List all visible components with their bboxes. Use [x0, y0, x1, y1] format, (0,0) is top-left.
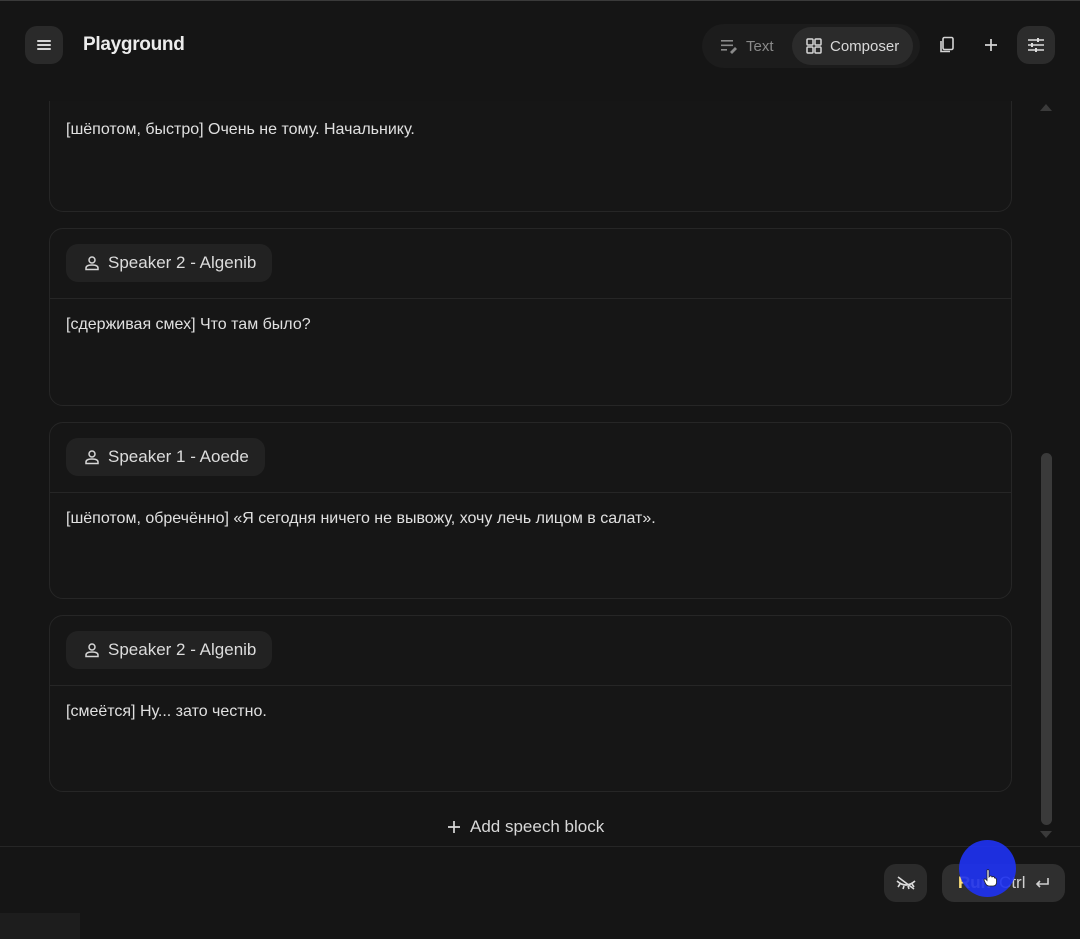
person-icon — [85, 256, 99, 271]
speech-block-header: Speaker 1 - Aoede — [50, 423, 1011, 493]
tune-settings-icon — [1028, 38, 1044, 52]
scroll-up-arrow[interactable] — [1040, 104, 1052, 111]
speaker-select[interactable]: Speaker 2 - Algenib — [66, 631, 273, 669]
speech-block-header: Speaker 2 - Algenib — [50, 229, 1011, 299]
speech-block-header: Speaker 2 - Algenib — [50, 616, 1011, 686]
hand-cursor-icon — [983, 869, 997, 887]
new-button[interactable] — [972, 26, 1010, 64]
corner-shade — [0, 913, 80, 939]
person-icon — [85, 450, 99, 465]
scroll-down-arrow[interactable] — [1040, 831, 1052, 838]
copy-button[interactable] — [928, 26, 966, 64]
speech-block: Speaker 2 - Algenib [смеётся] Ну... зато… — [49, 615, 1012, 792]
speaker-select[interactable]: Speaker 1 - Aoede — [66, 438, 265, 476]
enter-key-icon — [1035, 878, 1049, 888]
speech-block: Speaker 1 - Aoede [шёпотом, обречённо] «… — [49, 422, 1012, 599]
hamburger-menu-icon — [37, 40, 51, 50]
speech-text[interactable]: [смеётся] Ну... зато честно. — [66, 703, 267, 721]
speech-block: Speaker 2 - Algenib [сдерживая смех] Что… — [49, 228, 1012, 406]
speech-text[interactable]: [сдерживая смех] Что там было? — [66, 316, 311, 334]
hide-button[interactable] — [884, 864, 927, 902]
scrollbar-thumb[interactable] — [1041, 453, 1052, 825]
top-bar: Playground Text Composer — [0, 1, 1080, 91]
copy-icon — [940, 36, 954, 53]
tab-composer-label: Composer — [830, 37, 900, 55]
speech-block: [шёпотом, быстро] Очень не тому. Начальн… — [49, 101, 1012, 212]
menu-button[interactable] — [25, 26, 63, 64]
speaker-label: Speaker 1 - Aoede — [108, 447, 249, 466]
tab-composer[interactable]: Composer — [792, 27, 914, 65]
settings-button[interactable] — [1017, 26, 1055, 64]
grid-icon — [806, 38, 822, 54]
text-edit-icon — [721, 40, 737, 54]
speech-text[interactable]: [шёпотом, обречённо] «Я сегодня ничего н… — [66, 510, 656, 528]
page-title: Playground — [83, 34, 185, 55]
speaker-label: Speaker 2 - Algenib — [108, 253, 257, 272]
eye-off-icon — [895, 876, 916, 890]
tab-text[interactable]: Text — [706, 27, 788, 65]
plus-icon — [985, 39, 997, 51]
plus-icon — [448, 821, 460, 833]
mode-toggle: Text Composer — [702, 24, 920, 68]
speaker-label: Speaker 2 - Algenib — [108, 640, 257, 659]
add-speech-block-label: Add speech block — [470, 817, 605, 836]
tab-text-label: Text — [746, 37, 774, 55]
speaker-select[interactable]: Speaker 2 - Algenib — [66, 244, 273, 282]
person-icon — [85, 643, 99, 658]
app-window: Playground Text Composer [шёпотом, быстр… — [0, 0, 1080, 939]
add-speech-block-button[interactable]: Add speech block — [446, 814, 604, 840]
speech-text[interactable]: [шёпотом, быстро] Очень не тому. Начальн… — [66, 121, 415, 139]
bottom-bar: Run Ctrl — [0, 846, 1080, 939]
